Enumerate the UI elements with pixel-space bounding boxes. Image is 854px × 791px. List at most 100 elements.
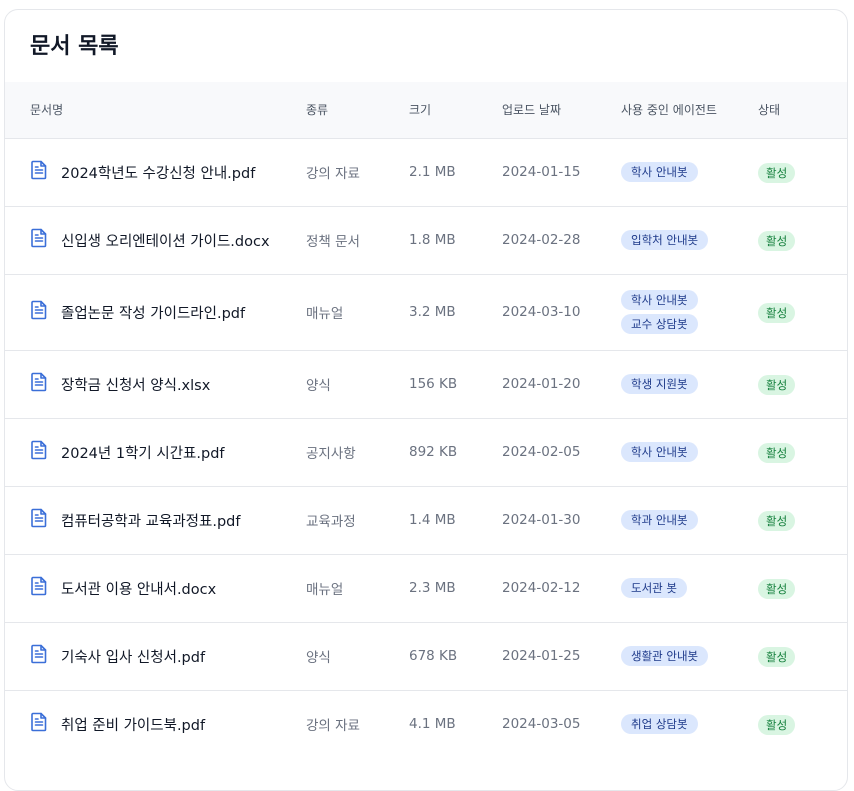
- document-name-cell[interactable]: 취업 준비 가이드북.pdf: [5, 690, 306, 758]
- document-size: 892 KB: [409, 444, 458, 460]
- status-badge: 활성: [758, 579, 796, 599]
- column-header-status[interactable]: 상태: [758, 82, 847, 138]
- agent-badge: 학생 지원봇: [621, 374, 698, 394]
- document-name[interactable]: 기숙사 입사 신청서.pdf: [61, 650, 205, 666]
- column-header-agents[interactable]: 사용 중인 에이전트: [621, 82, 758, 138]
- document-name[interactable]: 2024년 1학기 시간표.pdf: [61, 446, 225, 462]
- document-name-cell[interactable]: 컴퓨터공학과 교육과정표.pdf: [5, 486, 306, 554]
- document-name[interactable]: 컴퓨터공학과 교육과정표.pdf: [61, 514, 240, 530]
- document-size: 1.8 MB: [409, 232, 456, 248]
- status-badge: 활성: [758, 303, 796, 323]
- status-cell: 활성: [758, 622, 847, 690]
- table-row[interactable]: 기숙사 입사 신청서.pdf 양식 678 KB 2024-01-25 생활관 안내봇 활…: [5, 622, 847, 690]
- table-row[interactable]: 취업 준비 가이드북.pdf 강의 자료 4.1 MB 2024-03-05 취업 상담…: [5, 690, 847, 758]
- status-cell: 활성: [758, 690, 847, 758]
- status-cell: 활성: [758, 350, 847, 418]
- document-name-cell[interactable]: 기숙사 입사 신청서.pdf: [5, 622, 306, 690]
- table-row[interactable]: 신입생 오리엔테이션 가이드.docx 정책 문서 1.8 MB 2024-02-28…: [5, 206, 847, 274]
- document-table: 문서명 종류 크기 업로드 날짜 사용 중인 에이전트 상태 2024학년도 수…: [5, 82, 847, 758]
- document-type: 양식: [306, 378, 331, 394]
- document-type: 정책 문서: [306, 234, 360, 250]
- status-badge: 활성: [758, 511, 796, 531]
- agents-cell: 생활관 안내봇: [621, 622, 758, 690]
- agents-cell: 학생 지원봇: [621, 350, 758, 418]
- document-type: 매뉴얼: [306, 306, 344, 322]
- document-name[interactable]: 졸업논문 작성 가이드라인.pdf: [61, 306, 245, 322]
- table-row[interactable]: 2024년 1학기 시간표.pdf 공지사항 892 KB 2024-02-05 학사 …: [5, 418, 847, 486]
- document-size: 4.1 MB: [409, 716, 456, 733]
- status-cell: 활성: [758, 486, 847, 554]
- document-list-card: 문서 목록 문서명 종류 크기 업로드 날짜 사용 중인 에이전트 상태 202…: [4, 9, 848, 791]
- status-cell: 활성: [758, 274, 847, 350]
- table-row[interactable]: 졸업논문 작성 가이드라인.pdf 매뉴얼 3.2 MB 2024-03-10 학사 안…: [5, 274, 847, 350]
- document-size: 678 KB: [409, 648, 458, 664]
- status-cell: 활성: [758, 138, 847, 206]
- file-text-icon: [30, 712, 48, 732]
- status-badge: 활성: [758, 163, 796, 183]
- document-name[interactable]: 장학금 신청서 양식.xlsx: [61, 378, 210, 394]
- file-text-icon: [30, 508, 48, 528]
- agent-badge: 생활관 안내봇: [621, 646, 709, 666]
- status-cell: 활성: [758, 418, 847, 486]
- agents-cell: 학사 안내봇교수 상담봇: [621, 274, 758, 350]
- table-header-row: 문서명 종류 크기 업로드 날짜 사용 중인 에이전트 상태: [5, 82, 847, 138]
- document-type: 교육과정: [306, 514, 356, 530]
- document-name-cell[interactable]: 2024년 1학기 시간표.pdf: [5, 418, 306, 486]
- table-row[interactable]: 컴퓨터공학과 교육과정표.pdf 교육과정 1.4 MB 2024-01-30 학과 안…: [5, 486, 847, 554]
- agent-badge: 취업 상담봇: [621, 714, 698, 735]
- document-name[interactable]: 도서관 이용 안내서.docx: [61, 582, 216, 598]
- status-cell: 활성: [758, 554, 847, 622]
- file-text-icon: [30, 576, 48, 596]
- document-type: 양식: [306, 650, 331, 666]
- status-badge: 활성: [758, 647, 796, 667]
- column-header-size[interactable]: 크기: [409, 82, 502, 138]
- agent-badge: 도서관 봇: [621, 578, 687, 598]
- agent-badge: 교수 상담봇: [621, 314, 698, 334]
- column-header-name[interactable]: 문서명: [5, 82, 306, 138]
- document-type: 강의 자료: [306, 718, 360, 735]
- document-name-cell[interactable]: 2024학년도 수강신청 안내.pdf: [5, 138, 306, 206]
- document-type: 강의 자료: [306, 166, 360, 182]
- table-row[interactable]: 도서관 이용 안내서.docx 매뉴얼 2.3 MB 2024-02-12 도서관 봇 활…: [5, 554, 847, 622]
- document-name[interactable]: 신입생 오리엔테이션 가이드.docx: [61, 234, 270, 250]
- column-header-upload-date[interactable]: 업로드 날짜: [502, 82, 621, 138]
- column-header-type[interactable]: 종류: [306, 82, 409, 138]
- file-text-icon: [30, 440, 48, 460]
- document-size: 3.2 MB: [409, 304, 456, 320]
- document-size: 1.4 MB: [409, 512, 456, 528]
- upload-date: 2024-02-28: [502, 232, 581, 248]
- file-text-icon: [30, 228, 48, 248]
- upload-date: 2024-03-05: [502, 716, 581, 733]
- document-name[interactable]: 2024학년도 수강신청 안내.pdf: [61, 166, 255, 182]
- document-name-cell[interactable]: 도서관 이용 안내서.docx: [5, 554, 306, 622]
- upload-date: 2024-02-12: [502, 580, 581, 596]
- upload-date: 2024-01-25: [502, 648, 581, 664]
- status-badge: 활성: [758, 715, 796, 736]
- document-name-cell[interactable]: 장학금 신청서 양식.xlsx: [5, 350, 306, 418]
- table-row[interactable]: 2024학년도 수강신청 안내.pdf 강의 자료 2.1 MB 2024-01-15…: [5, 138, 847, 206]
- document-table-body: 2024학년도 수강신청 안내.pdf 강의 자료 2.1 MB 2024-01-15…: [5, 138, 847, 758]
- document-name-cell[interactable]: 신입생 오리엔테이션 가이드.docx: [5, 206, 306, 274]
- agent-badge: 학사 안내봇: [621, 290, 698, 310]
- agent-badge: 학사 안내봇: [621, 162, 698, 182]
- agent-badge: 학과 안내봇: [621, 510, 698, 530]
- agents-cell: 입학처 안내봇: [621, 206, 758, 274]
- page-title: 문서 목록: [30, 34, 119, 59]
- upload-date: 2024-01-30: [502, 512, 581, 528]
- upload-date: 2024-03-10: [502, 304, 581, 320]
- status-badge: 활성: [758, 443, 796, 463]
- status-badge: 활성: [758, 375, 796, 395]
- document-name[interactable]: 취업 준비 가이드북.pdf: [61, 718, 205, 734]
- file-text-icon: [30, 372, 48, 392]
- file-text-icon: [30, 300, 48, 320]
- agents-cell: 도서관 봇: [621, 554, 758, 622]
- upload-date: 2024-02-05: [502, 444, 581, 460]
- upload-date: 2024-01-20: [502, 376, 581, 392]
- agents-cell: 학과 안내봇: [621, 486, 758, 554]
- agent-badge: 학사 안내봇: [621, 442, 698, 462]
- table-row[interactable]: 장학금 신청서 양식.xlsx 양식 156 KB 2024-01-20 학생 지원봇 활…: [5, 350, 847, 418]
- document-name-cell[interactable]: 졸업논문 작성 가이드라인.pdf: [5, 274, 306, 350]
- file-text-icon: [30, 644, 48, 664]
- agents-cell: 학사 안내봇: [621, 418, 758, 486]
- status-cell: 활성: [758, 206, 847, 274]
